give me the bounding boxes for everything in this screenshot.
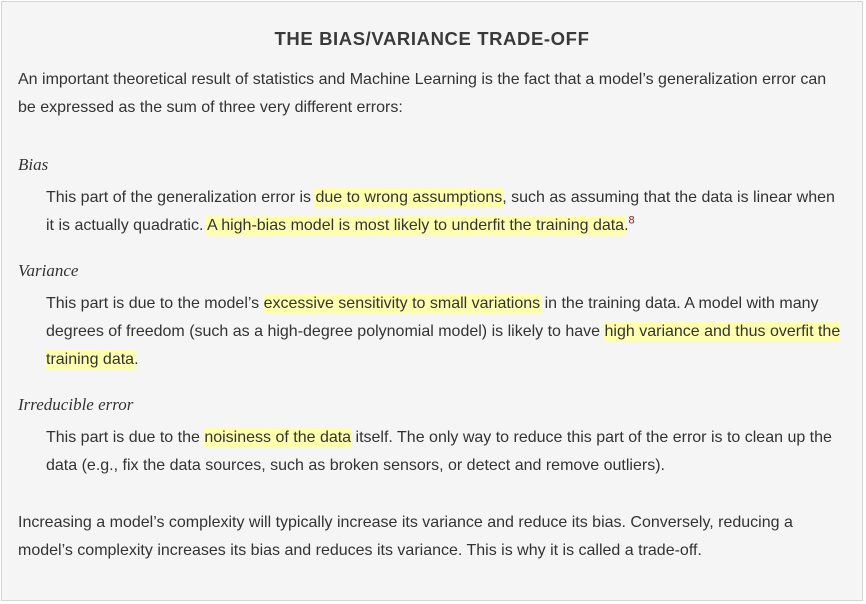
highlight: due to wrong assumptions <box>315 189 503 206</box>
sidebar-box: THE BIAS/VARIANCE TRADE-OFF An important… <box>1 1 863 601</box>
term-variance: Variance <box>18 261 79 280</box>
definition-variance: This part is due to the model’s excessiv… <box>46 290 846 374</box>
footnote-link[interactable]: 8 <box>629 215 635 227</box>
intro-paragraph: An important theoretical result of stati… <box>18 71 827 116</box>
highlight: noisiness of the data <box>204 429 352 446</box>
term-bias: Bias <box>18 155 49 174</box>
definition-bias: This part of the generalization error is… <box>46 184 846 240</box>
definition-text: This part is due to the <box>46 429 205 446</box>
highlight: excessive sensitivity to small variation… <box>263 295 541 312</box>
term-irreducible-error: Irreducible error <box>18 395 134 414</box>
definition-text: . <box>134 351 139 368</box>
definition-text: This part of the generalization error is <box>46 189 316 206</box>
definition-irreducible-error: This part is due to the noisiness of the… <box>46 424 846 480</box>
sidebar-title: THE BIAS/VARIANCE TRADE-OFF <box>274 28 590 49</box>
highlight: A high-bias model is most likely to unde… <box>206 217 625 234</box>
definition-text: This part is due to the model’s <box>46 295 264 312</box>
closing-paragraph: Increasing a model’s complexity will typ… <box>18 514 793 559</box>
